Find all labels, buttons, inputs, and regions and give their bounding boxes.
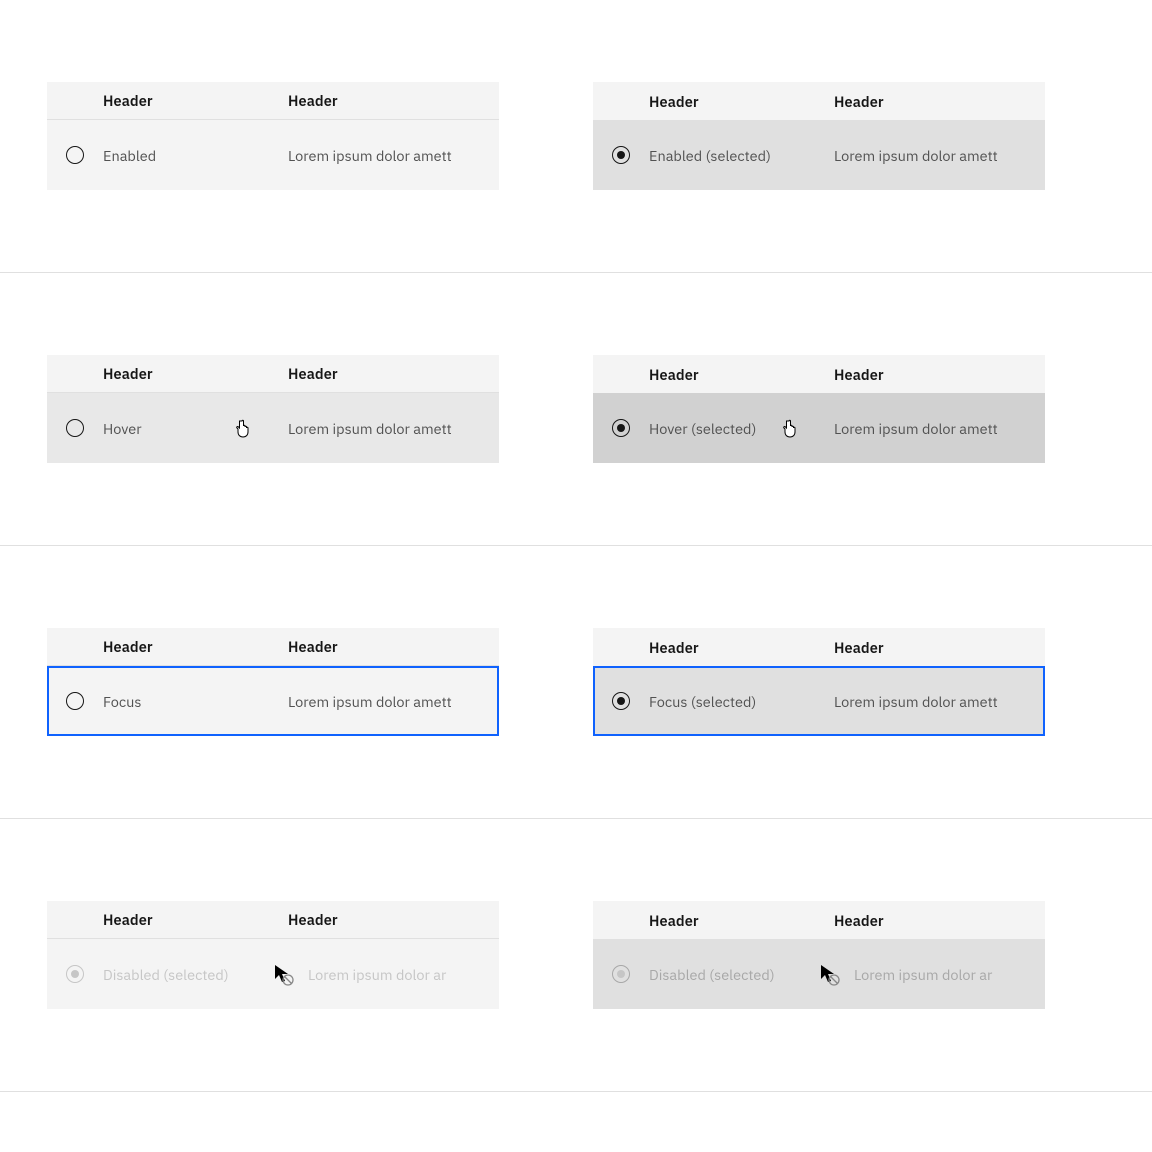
- column-header-2: Header: [288, 91, 499, 110]
- row-label: Focus: [103, 692, 288, 711]
- radio-cell[interactable]: [47, 146, 103, 164]
- radio-icon-disabled: [66, 965, 84, 983]
- table-row[interactable]: Focus Lorem ipsum dolor amett: [47, 666, 499, 736]
- column-header-1: Header: [649, 638, 834, 657]
- table-row[interactable]: Hover Lorem ipsum dolor amett: [47, 393, 499, 463]
- table-header-row: Header Header: [593, 82, 1045, 120]
- row-value: Lorem ipsum dolor amett: [834, 146, 1045, 165]
- radio-cell[interactable]: [47, 692, 103, 710]
- section-focus: Header Header Focus Lorem ipsum dolor am…: [0, 546, 1152, 819]
- column-header-2: Header: [288, 910, 499, 929]
- column-header-1: Header: [649, 911, 834, 930]
- row-value: Lorem ipsum dolor amett: [288, 146, 499, 165]
- column-header-1: Header: [649, 92, 834, 111]
- column-header-1: Header: [103, 637, 288, 656]
- table-row[interactable]: Enabled (selected) Lorem ipsum dolor ame…: [593, 120, 1045, 190]
- table: Header Header Disabled (selected) Lorem …: [593, 901, 1045, 1009]
- table: Header Header Hover (selected) Lorem ips…: [593, 355, 1045, 463]
- radio-icon-disabled: [612, 965, 630, 983]
- table-header-row: Header Header: [47, 82, 499, 120]
- radio-cell: [593, 965, 649, 983]
- row-label: Enabled: [103, 146, 288, 165]
- table-row[interactable]: Enabled Lorem ipsum dolor amett: [47, 120, 499, 190]
- radio-icon[interactable]: [66, 692, 84, 710]
- row-label: Enabled (selected): [649, 146, 834, 165]
- table: Header Header Focus (selected) Lorem ips…: [593, 628, 1045, 736]
- table-header-row: Header Header: [47, 355, 499, 393]
- table-row: Disabled (selected) Lorem ipsum dolor ar: [593, 939, 1045, 1009]
- table-header-row: Header Header: [47, 628, 499, 666]
- table-header-row: Header Header: [593, 628, 1045, 666]
- table-header-row: Header Header: [593, 901, 1045, 939]
- row-value: Lorem ipsum dolor amett: [288, 419, 499, 438]
- radio-icon[interactable]: [66, 419, 84, 437]
- row-label: Disabled (selected): [103, 965, 263, 984]
- table-row[interactable]: Hover (selected) Lorem ipsum dolor amett: [593, 393, 1045, 463]
- table: Header Header Hover Lorem ipsum dolor am…: [47, 355, 499, 463]
- column-header-1: Header: [649, 365, 834, 384]
- radio-icon-selected[interactable]: [612, 692, 630, 710]
- radio-cell: [47, 965, 103, 983]
- column-header-2: Header: [288, 637, 499, 656]
- example-focus: Header Header Focus Lorem ipsum dolor am…: [47, 628, 499, 736]
- section-disabled: Header Header Disabled (selected) Lorem …: [0, 819, 1152, 1092]
- table-header-row: Header Header: [593, 355, 1045, 393]
- radio-icon-selected[interactable]: [612, 419, 630, 437]
- row-label: Hover (selected): [649, 419, 834, 438]
- table-row[interactable]: Focus (selected) Lorem ipsum dolor amett: [593, 666, 1045, 736]
- row-label: Disabled (selected): [649, 965, 809, 984]
- column-header-2: Header: [834, 638, 1045, 657]
- radio-icon[interactable]: [66, 146, 84, 164]
- row-value: Lorem ipsum dolor ar: [809, 965, 1045, 984]
- example-hover: Header Header Hover Lorem ipsum dolor am…: [47, 355, 499, 463]
- column-header-2: Header: [834, 911, 1045, 930]
- row-label: Focus (selected): [649, 692, 834, 711]
- table-header-row: Header Header: [47, 901, 499, 939]
- radio-cell[interactable]: [593, 692, 649, 710]
- column-header-2: Header: [288, 364, 499, 383]
- example-focus-selected: Header Header Focus (selected) Lorem ips…: [593, 628, 1045, 736]
- column-header-1: Header: [103, 910, 288, 929]
- column-header-2: Header: [834, 365, 1045, 384]
- table: Header Header Enabled Lorem ipsum dolor …: [47, 82, 499, 190]
- example-enabled-selected: Header Header Enabled (selected) Lorem i…: [593, 82, 1045, 190]
- table: Header Header Disabled (selected) Lorem …: [47, 901, 499, 1009]
- table: Header Header Enabled (selected) Lorem i…: [593, 82, 1045, 190]
- column-header-2: Header: [834, 92, 1045, 111]
- row-value: Lorem ipsum dolor amett: [834, 419, 1045, 438]
- row-label: Hover: [103, 419, 288, 438]
- radio-cell[interactable]: [593, 419, 649, 437]
- example-disabled-selected: Header Header Disabled (selected) Lorem …: [593, 901, 1045, 1009]
- row-value: Lorem ipsum dolor amett: [288, 692, 499, 711]
- column-header-1: Header: [103, 364, 288, 383]
- radio-cell[interactable]: [47, 419, 103, 437]
- column-header-1: Header: [103, 91, 288, 110]
- row-value: Lorem ipsum dolor amett: [834, 692, 1045, 711]
- example-disabled: Header Header Disabled (selected) Lorem …: [47, 901, 499, 1009]
- radio-icon-selected[interactable]: [612, 146, 630, 164]
- table: Header Header Focus Lorem ipsum dolor am…: [47, 628, 499, 736]
- table-row: Disabled (selected) Lorem ipsum dolor ar: [47, 939, 499, 1009]
- radio-cell[interactable]: [593, 146, 649, 164]
- section-enabled: Header Header Enabled Lorem ipsum dolor …: [0, 0, 1152, 273]
- row-value: Lorem ipsum dolor ar: [263, 965, 499, 984]
- section-hover: Header Header Hover Lorem ipsum dolor am…: [0, 273, 1152, 546]
- example-enabled: Header Header Enabled Lorem ipsum dolor …: [47, 82, 499, 190]
- example-hover-selected: Header Header Hover (selected) Lorem ips…: [593, 355, 1045, 463]
